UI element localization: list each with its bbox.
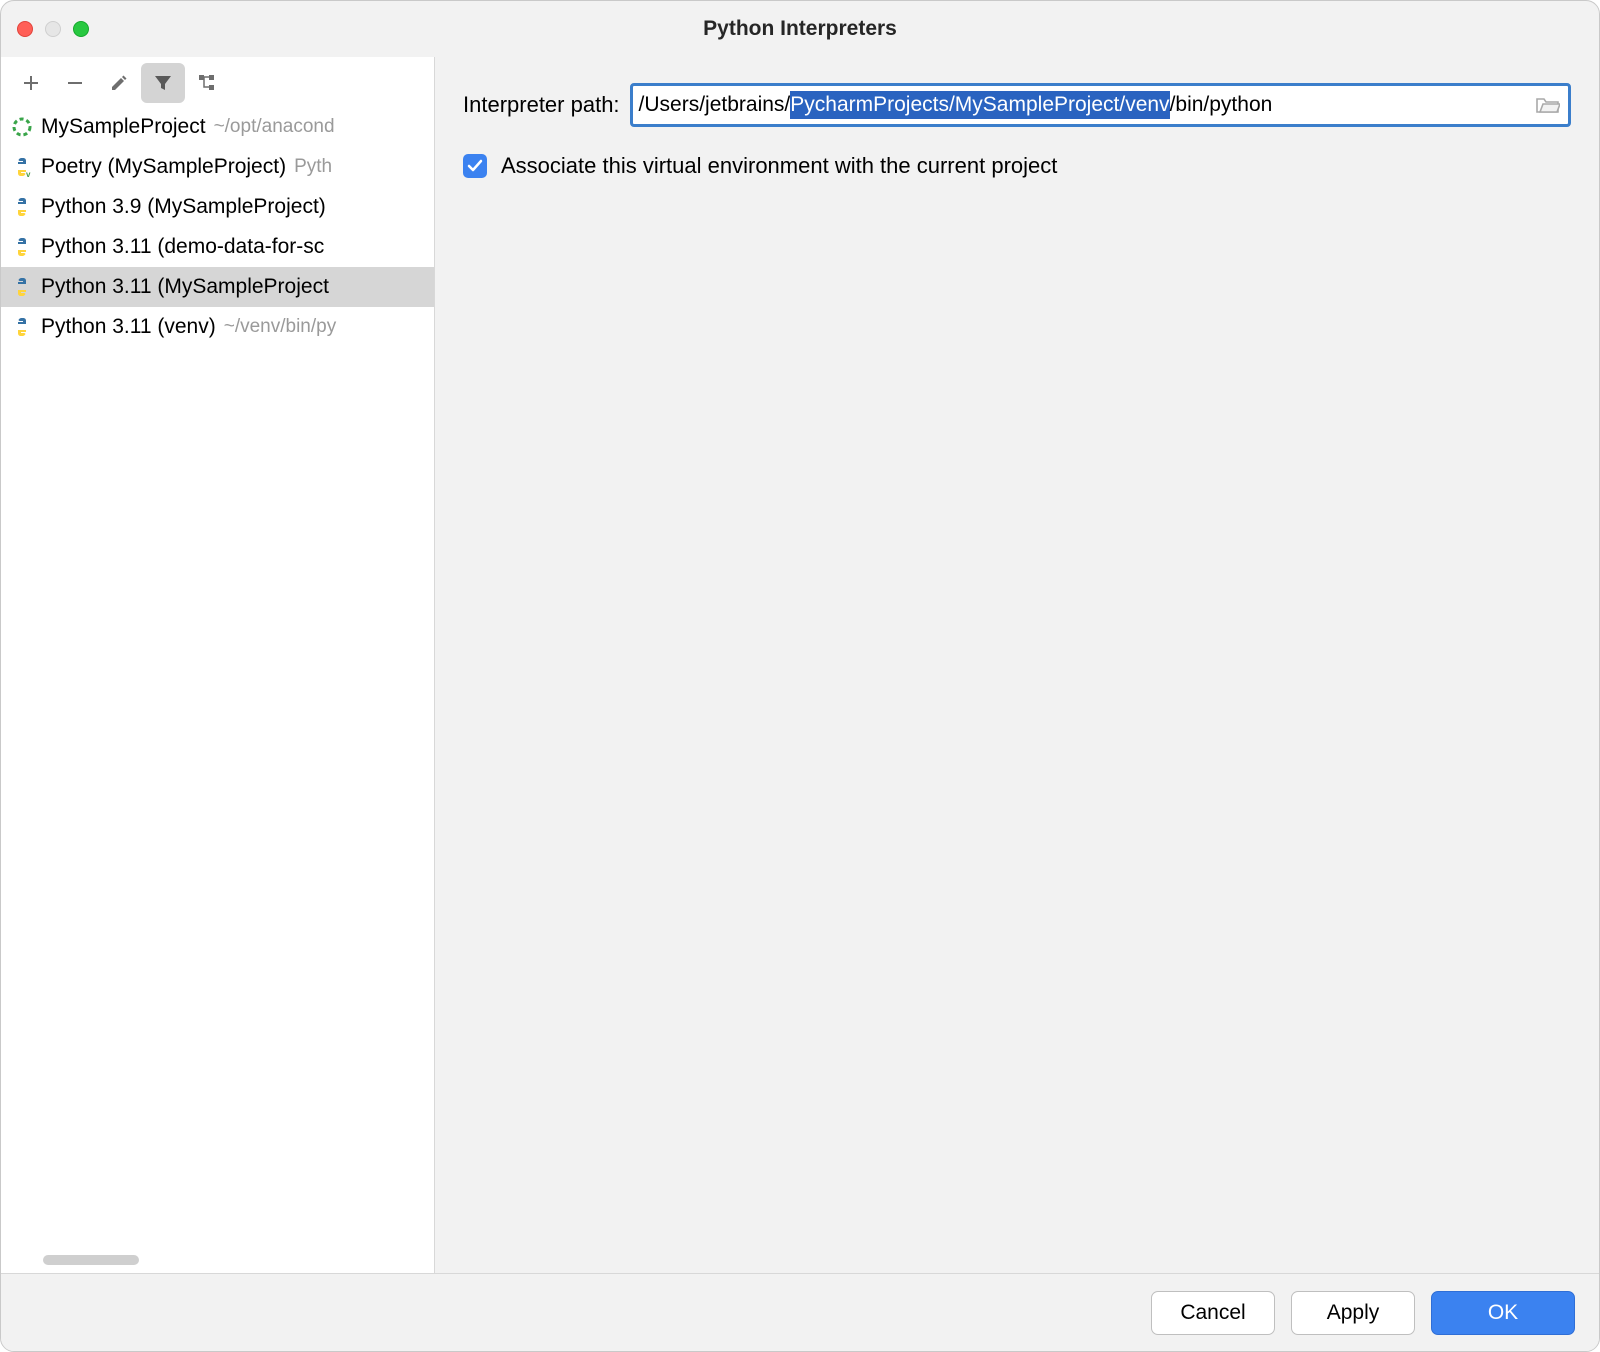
- filter-button[interactable]: [141, 63, 185, 103]
- cancel-button[interactable]: Cancel: [1151, 1291, 1275, 1335]
- horizontal-scrollbar[interactable]: [43, 1255, 139, 1265]
- sidebar-toolbar: [1, 57, 434, 105]
- list-item[interactable]: Python 3.11 (demo-data-for-sc: [1, 227, 434, 267]
- list-item[interactable]: v Poetry (MySampleProject) Pyth: [1, 147, 434, 187]
- item-name: Python 3.11 (MySampleProject: [41, 275, 329, 299]
- sidebar: MySampleProject ~/opt/anacond v Poetry (…: [1, 57, 435, 1273]
- filter-icon: [152, 72, 174, 94]
- interpreter-path-row: Interpreter path: /Users/jetbrains/Pycha…: [463, 83, 1571, 127]
- pencil-icon: [109, 73, 129, 93]
- zoom-window-icon[interactable]: [73, 21, 89, 37]
- python-icon: v: [11, 156, 33, 178]
- interpreter-path-value: /Users/jetbrains/PycharmProjects/MySampl…: [639, 91, 1526, 119]
- edit-button[interactable]: [97, 63, 141, 103]
- list-item[interactable]: MySampleProject ~/opt/anacond: [1, 107, 434, 147]
- item-name: Python 3.11 (demo-data-for-sc: [41, 235, 324, 259]
- interpreter-path-label: Interpreter path:: [463, 92, 620, 118]
- interpreter-list[interactable]: MySampleProject ~/opt/anacond v Poetry (…: [1, 105, 434, 1273]
- conda-icon: [11, 116, 33, 138]
- item-path: ~/opt/anacond: [214, 116, 335, 138]
- folder-icon: [1536, 95, 1560, 115]
- traffic-lights: [17, 21, 89, 37]
- interpreter-path-input[interactable]: /Users/jetbrains/PycharmProjects/MySampl…: [630, 83, 1571, 127]
- ok-button[interactable]: OK: [1431, 1291, 1575, 1335]
- check-icon: [466, 157, 484, 175]
- item-name: MySampleProject: [41, 115, 206, 139]
- python-icon: [11, 236, 33, 258]
- associate-label: Associate this virtual environment with …: [501, 153, 1057, 179]
- python-icon: [11, 316, 33, 338]
- list-item[interactable]: Python 3.11 (MySampleProject: [1, 267, 434, 307]
- browse-button[interactable]: [1534, 95, 1562, 115]
- window-title: Python Interpreters: [1, 17, 1599, 41]
- path-post: /bin/python: [1170, 93, 1273, 117]
- titlebar: Python Interpreters: [1, 1, 1599, 57]
- python-icon: [11, 276, 33, 298]
- list-item[interactable]: Python 3.11 (venv) ~/venv/bin/py: [1, 307, 434, 347]
- list-item[interactable]: Python 3.9 (MySampleProject): [1, 187, 434, 227]
- main-panel: Interpreter path: /Users/jetbrains/Pycha…: [435, 57, 1599, 1273]
- close-window-icon[interactable]: [17, 21, 33, 37]
- item-name: Poetry (MySampleProject): [41, 155, 286, 179]
- svg-text:v: v: [26, 170, 31, 177]
- window: Python Interpreters: [0, 0, 1600, 1352]
- python-icon: [11, 196, 33, 218]
- path-selection: PycharmProjects/MySampleProject/venv: [790, 91, 1169, 119]
- minimize-window-icon: [45, 21, 61, 37]
- body: MySampleProject ~/opt/anacond v Poetry (…: [1, 57, 1599, 1273]
- associate-checkbox[interactable]: [463, 154, 487, 178]
- apply-button[interactable]: Apply: [1291, 1291, 1415, 1335]
- item-path: Pyth: [294, 156, 332, 178]
- show-paths-button[interactable]: [185, 63, 229, 103]
- item-name: Python 3.11 (venv): [41, 315, 216, 339]
- plus-icon: [21, 73, 41, 93]
- tree-icon: [196, 72, 218, 94]
- remove-button[interactable]: [53, 63, 97, 103]
- path-pre: /Users/jetbrains/: [639, 93, 791, 117]
- minus-icon: [65, 73, 85, 93]
- item-path: ~/venv/bin/py: [224, 316, 337, 338]
- add-button[interactable]: [9, 63, 53, 103]
- associate-row[interactable]: Associate this virtual environment with …: [463, 153, 1571, 179]
- item-name: Python 3.9 (MySampleProject): [41, 195, 326, 219]
- footer: Cancel Apply OK: [1, 1273, 1599, 1351]
